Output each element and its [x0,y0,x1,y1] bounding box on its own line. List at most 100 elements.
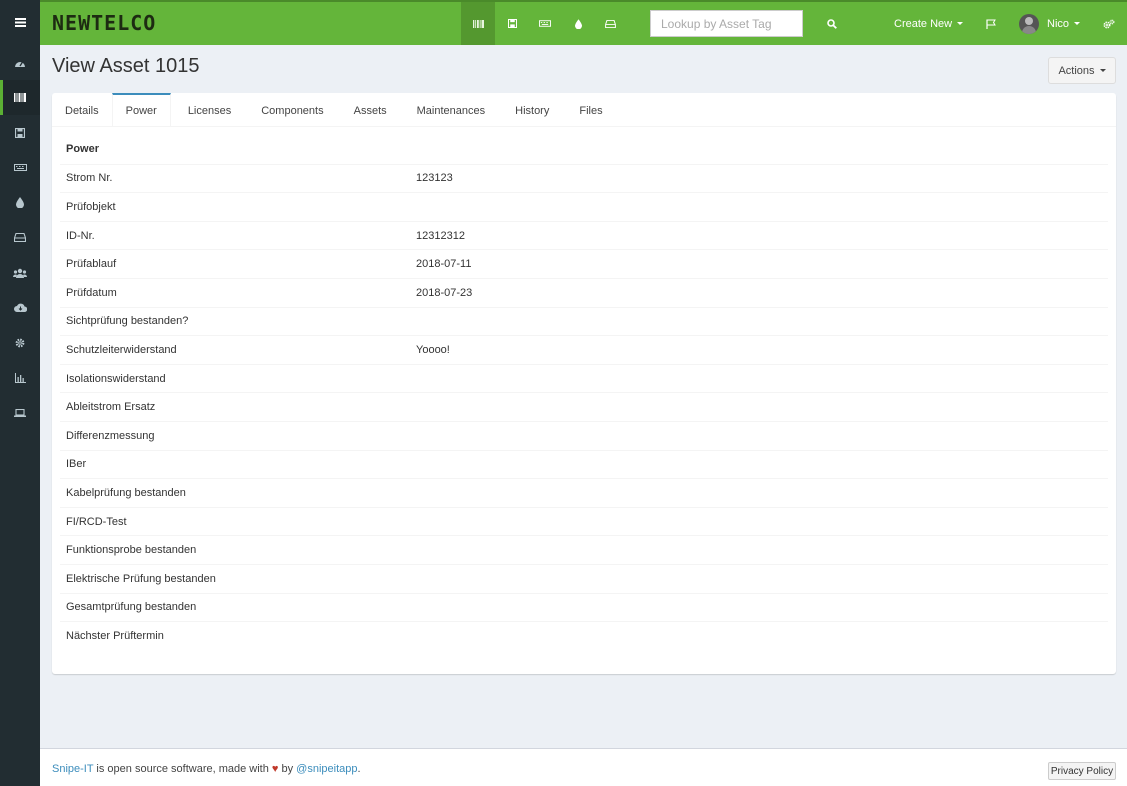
sidebar-item-settings[interactable] [0,325,40,360]
sidebar-item-people[interactable] [0,255,40,290]
sidebar-item-assets[interactable] [0,80,40,115]
tab-files[interactable]: Files [564,93,617,126]
field-label: Gesamtprüfung bestanden [66,601,197,614]
sidebar-item-licenses[interactable] [0,115,40,150]
field-label: Schutzleiterwiderstand [66,343,177,356]
table-row: Elektrische Prüfung bestanden [60,563,1108,593]
flag-icon [986,19,996,29]
tab-maintenances[interactable]: Maintenances [402,93,501,126]
hard-drive-icon [604,19,616,28]
tab-power[interactable]: Power [111,93,171,126]
brand-logo[interactable]: NEWTELCO [52,11,156,35]
table-row: Prüfablauf 2018-07-11 [60,249,1108,278]
alerts-button[interactable] [980,2,1002,45]
asset-tabs: Details Power Licenses Components Assets… [52,93,1116,127]
nav-licenses-button[interactable] [495,2,529,45]
field-label: Prüfobjekt [66,200,116,213]
footer-text-middle: is open source software, made with [93,763,272,775]
field-label: Nächster Prüftermin [66,629,164,642]
footer-text-by: by [278,763,297,775]
user-menu-dropdown[interactable]: Nico [1019,2,1081,45]
nav-consumables-button[interactable] [561,2,595,45]
field-value: 12312312 [416,229,465,242]
field-label: Prüfdatum [66,286,117,299]
tab-components[interactable]: Components [246,93,338,126]
keyboard-icon [539,20,551,27]
table-row: Prüfobjekt [60,192,1108,221]
field-label: Strom Nr. [66,172,113,185]
field-label: Elektrische Prüfung bestanden [66,572,216,585]
asset-details-panel: Details Power Licenses Components Assets… [52,93,1116,674]
snipeit-link[interactable]: Snipe-IT [52,763,93,775]
floppy-disk-icon [507,19,517,28]
table-row: FI/RCD-Test [60,506,1108,536]
barcode-icon [472,19,484,28]
nav-assets-button[interactable] [461,2,495,45]
table-row: Sichtprüfung bestanden? [60,306,1108,336]
avatar [1019,13,1039,34]
privacy-policy-button[interactable]: Privacy Policy [1048,762,1116,780]
tab-details[interactable]: Details [52,93,112,126]
snipeitapp-link[interactable]: @snipeitapp [296,763,357,775]
nav-accessories-button[interactable] [528,2,562,45]
actions-dropdown-button[interactable]: Actions [1048,57,1116,84]
hard-drive-icon [14,233,26,242]
field-label: IBer [66,458,87,471]
power-heading: Power [66,143,100,156]
table-row: Kabelprüfung bestanden [60,478,1108,507]
field-label: ID-Nr. [66,229,95,242]
tab-assets[interactable]: Assets [339,93,402,126]
laptop-icon [14,408,26,417]
footer-text-end: . [357,763,361,775]
sidebar [0,0,40,786]
sidebar-item-requestable[interactable] [0,395,40,430]
control-sidebar-button[interactable] [1100,2,1118,45]
table-row: Nächster Prüftermin [60,621,1108,650]
table-row: IBer [60,449,1108,479]
sidebar-toggle-button[interactable] [0,0,40,45]
field-label: FI/RCD-Test [66,515,127,528]
sidebar-item-accessories[interactable] [0,150,40,185]
actions-label: Actions [1058,64,1095,77]
sidebar-item-reports[interactable] [0,360,40,395]
barcode-icon [14,93,26,102]
field-value: Yoooo! [416,343,450,356]
search-button[interactable] [818,10,846,37]
caret-down-icon [1099,69,1106,72]
tint-drop-icon [574,18,582,29]
user-name: Nico [1047,17,1070,30]
table-row: Schutzleiterwiderstand Yoooo! [60,335,1108,364]
table-row: Gesamtprüfung bestanden [60,592,1108,622]
page-footer: Snipe-IT is open source software, made w… [40,748,1127,786]
tab-history[interactable]: History [500,93,564,126]
asset-tag-search-input[interactable] [650,10,803,37]
field-label: Isolationswiderstand [66,372,166,385]
field-label: Differenzmessung [66,429,155,442]
tint-drop-icon [16,197,24,208]
tab-licenses[interactable]: Licenses [171,93,246,126]
nav-components-button[interactable] [593,2,627,45]
field-label: Sichtprüfung bestanden? [66,315,189,328]
keyboard-icon [13,164,27,171]
floppy-disk-icon [15,127,25,138]
caret-down-icon [1074,22,1081,25]
create-new-dropdown[interactable]: Create New [894,2,964,45]
cog-icon [15,338,25,347]
sidebar-item-components[interactable] [0,220,40,255]
users-icon [13,268,27,278]
sidebar-item-dashboard[interactable] [0,45,40,80]
create-new-label: Create New [894,17,953,30]
sidebar-item-consumables[interactable] [0,185,40,220]
top-navbar: NEWTELCO Lookup by Asset Tag Create New … [40,0,1127,45]
bar-chart-icon [14,372,26,383]
cloud-download-icon [13,303,27,312]
sidebar-item-import[interactable] [0,290,40,325]
table-row: Strom Nr. 123123 [60,163,1108,193]
field-value: 2018-07-11 [416,258,472,271]
field-value: 123123 [416,172,453,185]
hamburger-icon [14,18,26,27]
table-row: Ableitstrom Ersatz [60,392,1108,421]
table-row: Isolationswiderstand [60,363,1108,393]
table-row: Funktionsprobe bestanden [60,535,1108,564]
field-label: Kabelprüfung bestanden [66,486,186,499]
